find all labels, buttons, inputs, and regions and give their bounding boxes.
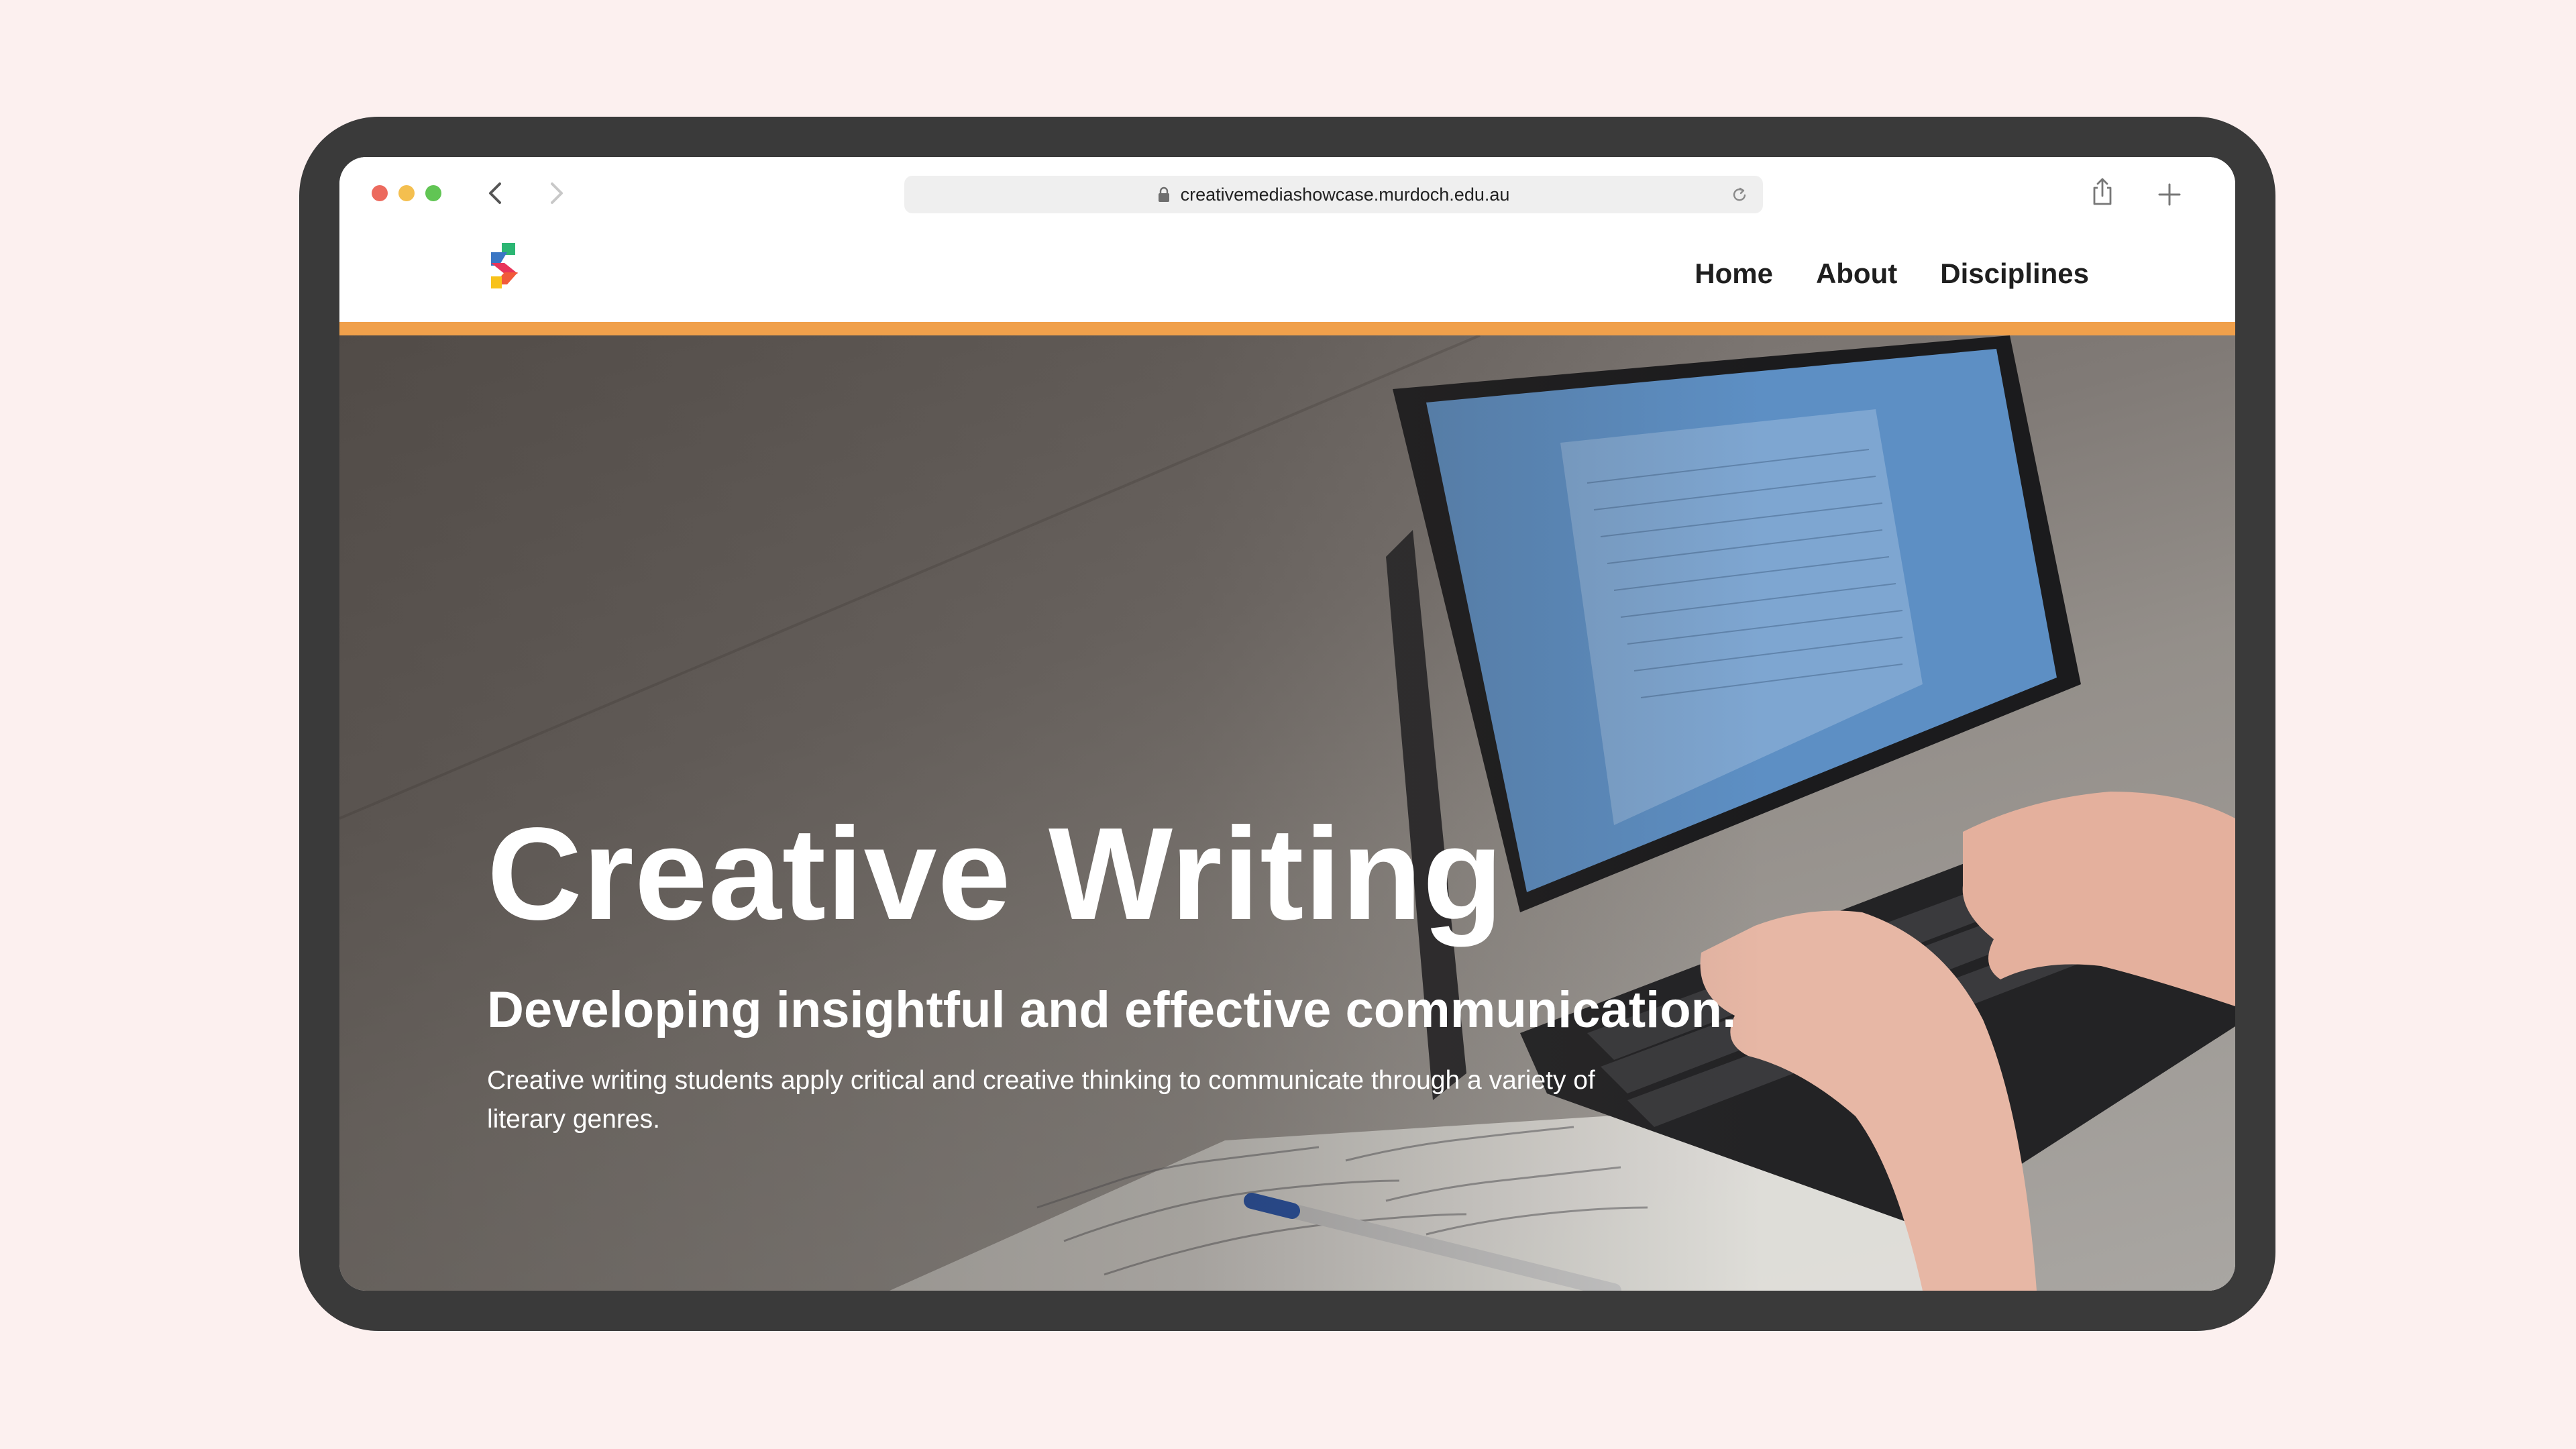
minimize-window-button[interactable] — [398, 185, 415, 201]
new-tab-icon[interactable] — [2157, 182, 2182, 207]
nav-home-link[interactable]: Home — [1695, 258, 1773, 290]
reload-icon[interactable] — [1731, 185, 1748, 204]
address-bar[interactable]: creativemediashowcase.murdoch.edu.au — [904, 176, 1763, 213]
hero-title: Creative Writing — [487, 800, 1504, 947]
hero-banner: Creative Writing Developing insightful a… — [339, 335, 2235, 1291]
share-icon[interactable] — [2090, 176, 2114, 208]
browser-toolbar: creativemediashowcase.murdoch.edu.au — [339, 157, 2235, 231]
browser-window: creativemediashowcase.murdoch.edu.au Hom… — [339, 157, 2235, 1291]
nav-about-link[interactable]: About — [1816, 258, 1897, 290]
showcase-s-logo[interactable] — [487, 243, 521, 290]
hero-description: Creative writing students apply critical… — [487, 1066, 1595, 1134]
url-text: creativemediashowcase.murdoch.edu.au — [1180, 184, 1510, 205]
close-window-button[interactable] — [372, 185, 388, 201]
hero-subtitle: Developing insightful and effective comm… — [487, 981, 1737, 1038]
nav-disciplines-link[interactable]: Disciplines — [1940, 258, 2089, 290]
main-navigation: Home About Disciplines — [1695, 258, 2089, 290]
site-header: Home About Disciplines — [339, 231, 2235, 322]
header-accent-bar — [339, 322, 2235, 335]
back-arrow-icon[interactable] — [482, 178, 511, 208]
forward-arrow-icon[interactable] — [541, 178, 570, 208]
maximize-window-button[interactable] — [425, 185, 441, 201]
window-controls — [372, 185, 441, 201]
tablet-frame: creativemediashowcase.murdoch.edu.au Hom… — [299, 117, 2275, 1331]
lock-icon — [1158, 186, 1169, 202]
